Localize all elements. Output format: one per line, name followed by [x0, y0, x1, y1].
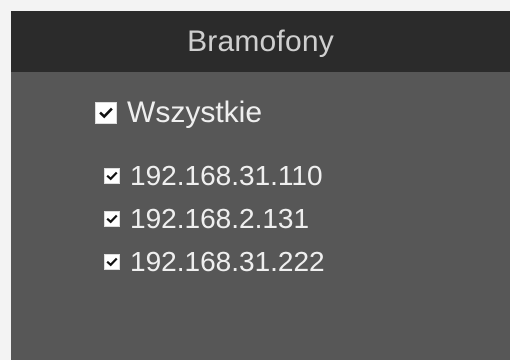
checkmark-icon [106, 214, 118, 224]
intercom-label-2: 192.168.2.131 [130, 203, 310, 234]
intercom-checkbox-2[interactable] [104, 211, 120, 227]
intercom-list: Wszystkie 192.168.31.110 192.168.2.131 1… [11, 72, 510, 360]
select-all-checkbox[interactable] [95, 102, 117, 124]
select-all-label: Wszystkie [127, 96, 262, 129]
intercom-item-1[interactable]: 192.168.31.110 [104, 160, 323, 192]
intercom-item-2[interactable]: 192.168.2.131 [104, 203, 309, 235]
intercom-checkbox-3[interactable] [104, 254, 120, 270]
checkmark-icon [106, 257, 118, 267]
intercom-item-3[interactable]: 192.168.31.222 [104, 246, 325, 278]
intercom-checkbox-1[interactable] [104, 168, 120, 184]
intercom-label-3: 192.168.31.222 [130, 246, 325, 277]
panel-title: Bramofony [187, 24, 334, 58]
intercom-label-1: 192.168.31.110 [130, 160, 323, 191]
intercom-filter-panel: Bramofony Wszystkie 192.168.31.110 192.1… [11, 11, 510, 360]
select-all-row[interactable]: Wszystkie [95, 96, 262, 130]
checkmark-icon [106, 171, 118, 181]
panel-header: Bramofony [11, 11, 510, 72]
checkmark-icon [99, 107, 113, 119]
